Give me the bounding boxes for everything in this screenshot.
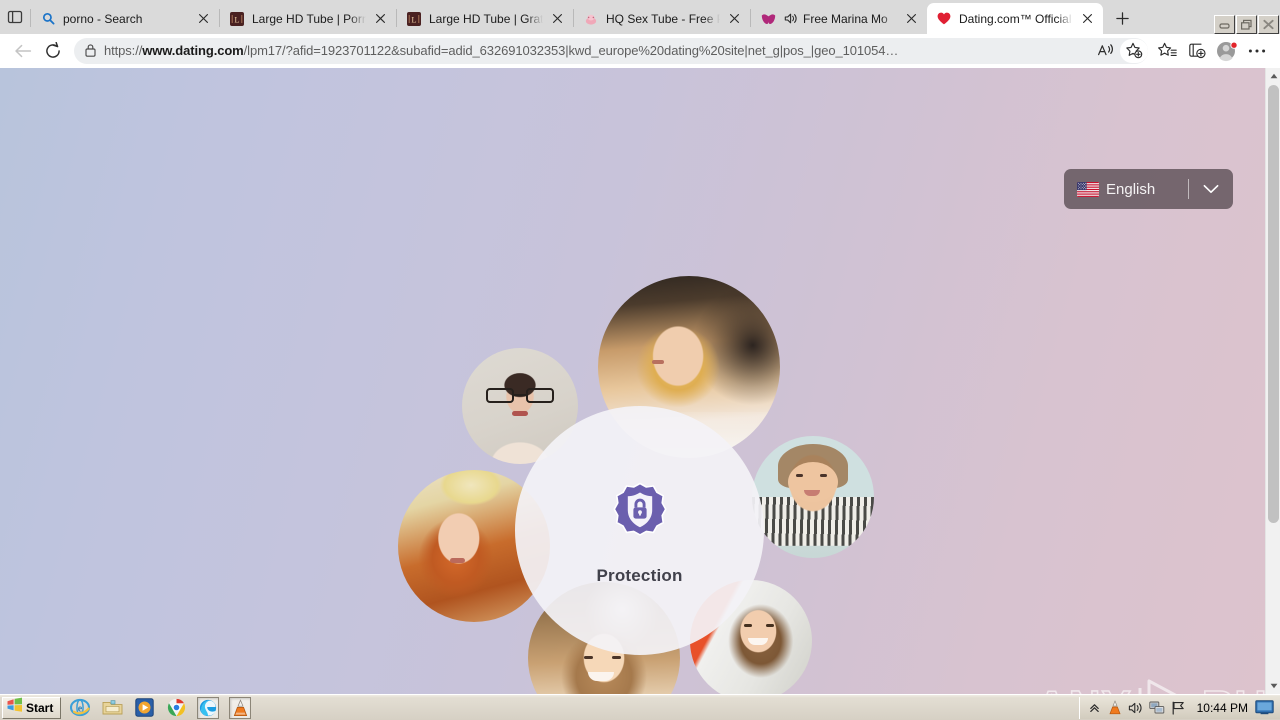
toolbar-right-actions — [1152, 38, 1272, 64]
tab-close-icon[interactable] — [370, 9, 390, 29]
tab-title: Large HD Tube | Grati — [429, 11, 543, 26]
new-tab-button[interactable] — [1107, 4, 1137, 32]
shield-lock-badge-icon — [608, 481, 672, 545]
profile-avatar-icon[interactable] — [1212, 38, 1242, 64]
dating-landing-page: English Protection — [0, 68, 1265, 694]
back-arrow-icon[interactable] — [8, 38, 38, 64]
profile-photo-collage: Protection — [395, 208, 895, 694]
tab-close-icon[interactable] — [901, 9, 921, 29]
browser-tab[interactable]: L Large HD Tube | Grati — [397, 3, 573, 34]
add-favorite-icon[interactable] — [1120, 38, 1148, 63]
tab-title: Large HD Tube | Porn — [252, 11, 366, 26]
scroll-down-arrow[interactable] — [1266, 678, 1280, 694]
language-label: English — [1106, 180, 1156, 198]
start-button[interactable]: Start — [2, 696, 62, 719]
chevron-down-icon[interactable] — [1189, 184, 1233, 194]
watermark-text-any: ANY — [1035, 684, 1132, 694]
tab-close-icon[interactable] — [547, 9, 567, 29]
tab-list-icon[interactable] — [0, 2, 30, 32]
windows-flag-icon — [6, 697, 23, 718]
scrollbar-thumb[interactable] — [1268, 85, 1279, 523]
start-label: Start — [26, 700, 54, 715]
vlc-icon[interactable] — [229, 696, 252, 719]
scroll-up-arrow[interactable] — [1266, 68, 1280, 84]
hqsextube-icon — [583, 11, 599, 27]
windows-taskbar: Start e 10:44 PM — [0, 694, 1280, 720]
refresh-icon[interactable] — [38, 38, 68, 64]
tab-audio-playing-icon[interactable] — [783, 11, 798, 27]
internet-explorer-icon[interactable]: e — [69, 697, 91, 719]
browser-tab[interactable]: HQ Sex Tube - Free P — [574, 3, 750, 34]
tab-close-icon[interactable] — [193, 9, 213, 29]
bing-search-icon — [40, 11, 56, 27]
media-player-icon[interactable] — [133, 697, 155, 719]
window-controls — [1214, 13, 1280, 34]
protection-caption: Protection — [596, 566, 683, 585]
tab-title: Dating.com™ Official — [959, 11, 1072, 26]
omnibox-actions — [1092, 38, 1148, 63]
browser-tab-active[interactable]: Dating.com™ Official — [927, 3, 1103, 34]
browser-toolbar: https://www.dating.com/lpm17/?afid=19237… — [0, 34, 1280, 68]
tab-strip: porno - Search L Large HD Tube | Porn L … — [0, 0, 1280, 34]
svg-text:L: L — [411, 14, 416, 24]
read-aloud-icon[interactable] — [1092, 39, 1120, 63]
page-scrollbar[interactable] — [1265, 68, 1280, 694]
language-selector[interactable]: English — [1064, 169, 1233, 209]
browser-window: porno - Search L Large HD Tube | Porn L … — [0, 0, 1280, 694]
chrome-icon[interactable] — [165, 697, 187, 719]
tab-title: HQ Sex Tube - Free P — [606, 11, 720, 26]
taskbar-clock[interactable]: 10:44 PM — [1197, 701, 1248, 715]
photo-woman-striped[interactable] — [752, 436, 874, 558]
tab-close-icon[interactable] — [1077, 9, 1097, 29]
tab-close-icon[interactable] — [724, 9, 744, 29]
network-icon[interactable] — [1148, 699, 1167, 717]
browser-tab[interactable]: Free Marina Mo — [751, 3, 927, 34]
minimize-button[interactable] — [1214, 15, 1235, 34]
volume-icon[interactable] — [1127, 699, 1146, 717]
close-button[interactable] — [1258, 15, 1279, 34]
show-desktop-icon[interactable] — [1254, 699, 1274, 716]
restore-button[interactable] — [1236, 15, 1257, 34]
browser-tab[interactable]: L Large HD Tube | Porn — [220, 3, 396, 34]
url-host: www.dating.com — [142, 43, 244, 58]
tab-title: Free Marina Mo — [803, 11, 888, 26]
lock-icon[interactable] — [76, 39, 104, 63]
svg-text:e: e — [78, 703, 83, 714]
largehdtube-icon: L — [406, 11, 422, 27]
tab-title: porno - Search — [63, 11, 143, 26]
edge-icon[interactable] — [197, 696, 220, 719]
system-tray: 10:44 PM — [1078, 696, 1280, 719]
more-settings-icon[interactable] — [1242, 38, 1272, 64]
largehdtube-icon: L — [229, 11, 245, 27]
url-text: https://www.dating.com/lpm17/?afid=19237… — [104, 43, 899, 58]
quick-launch-bar: e — [69, 696, 261, 719]
protection-disc: Protection — [515, 406, 764, 655]
heart-icon — [936, 11, 952, 27]
page-viewport: English Protection — [0, 68, 1280, 694]
vlc-tray-icon[interactable] — [1106, 699, 1125, 717]
browser-tab[interactable]: porno - Search — [31, 3, 219, 34]
favorites-icon[interactable] — [1152, 38, 1182, 64]
file-explorer-icon[interactable] — [101, 697, 123, 719]
address-bar[interactable]: https://www.dating.com/lpm17/?afid=19237… — [74, 37, 1148, 64]
us-flag-icon — [1077, 181, 1099, 197]
show-hidden-icons-chevron[interactable] — [1085, 699, 1104, 717]
mask-icon — [760, 11, 776, 27]
svg-text:L: L — [234, 14, 239, 24]
play-triangle-icon — [1134, 676, 1200, 694]
action-flag-icon[interactable] — [1169, 699, 1188, 717]
collections-icon[interactable] — [1182, 38, 1212, 64]
watermark-text-run: RUN — [1201, 684, 1265, 694]
anyrun-watermark: ANY RUN — [1035, 676, 1265, 694]
